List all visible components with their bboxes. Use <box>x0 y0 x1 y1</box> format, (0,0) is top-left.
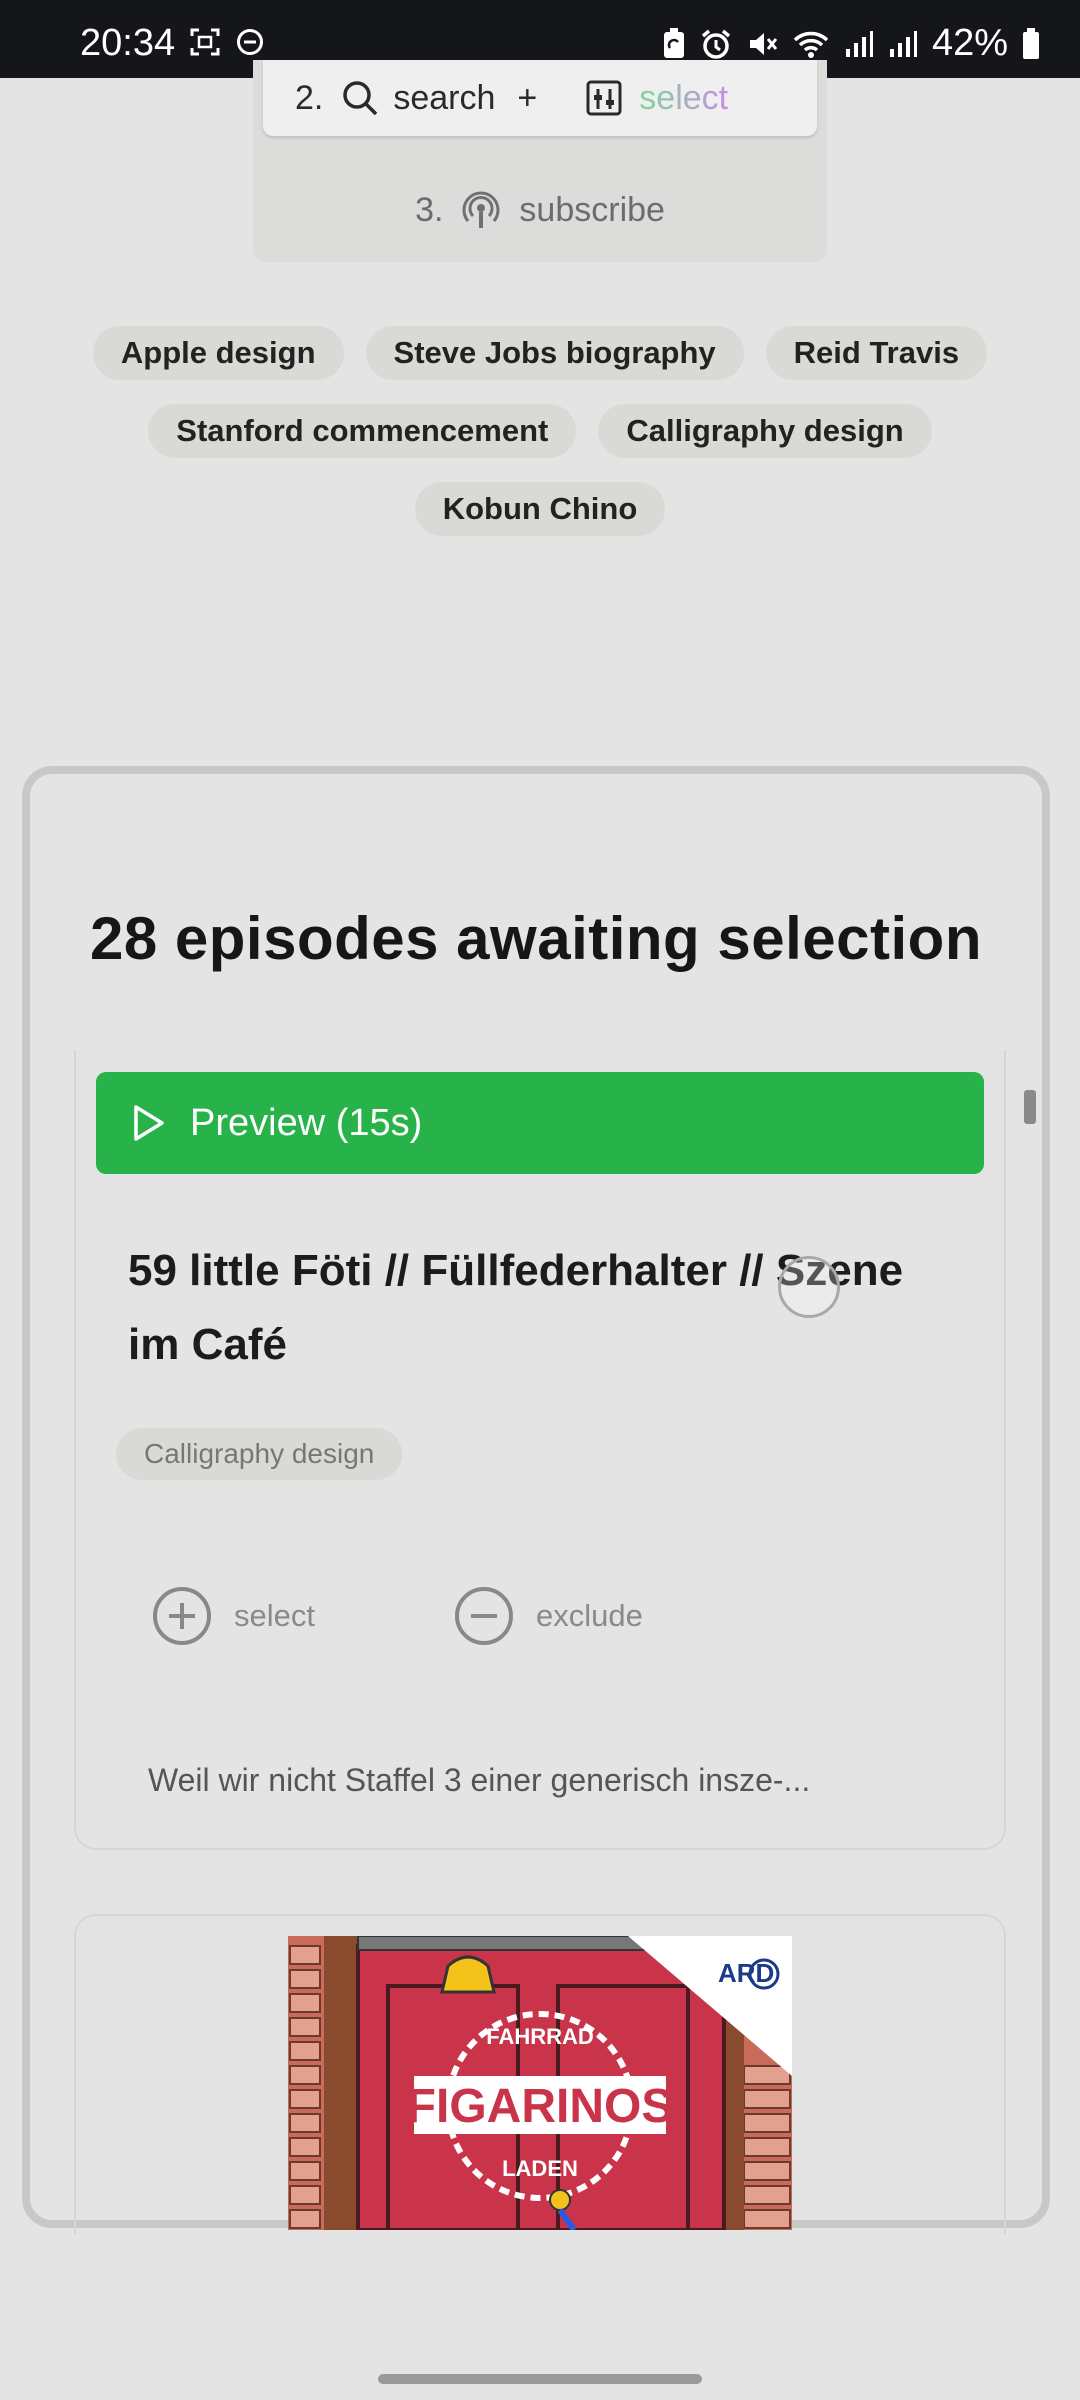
step-number: 3. <box>415 190 444 229</box>
preview-button[interactable]: Preview (15s) <box>96 1072 984 1174</box>
select-label: select <box>234 1598 315 1633</box>
topic-chip[interactable]: Calligraphy design <box>598 404 932 458</box>
wifi-icon <box>792 28 830 60</box>
cover-brand: ARD <box>718 1958 774 1988</box>
podcast-icon <box>461 190 501 230</box>
home-indicator[interactable] <box>378 2374 702 2384</box>
selection-icon <box>585 79 623 117</box>
status-time: 20:34 <box>80 22 176 64</box>
step-subscribe-label: subscribe <box>519 190 665 229</box>
minus-circle-icon <box>454 1586 514 1646</box>
scrollbar[interactable] <box>1024 1090 1036 1124</box>
step-2: 2. search + select <box>263 60 817 136</box>
panel-title: 28 episodes awaiting selection <box>90 905 982 972</box>
cover-top-text: FAHRRAD <box>486 2024 594 2049</box>
search-icon <box>341 79 379 117</box>
topic-chip[interactable]: Stanford commencement <box>148 404 577 458</box>
select-button[interactable]: select <box>152 1586 315 1646</box>
how-it-works-card: 2. search + select 3. subscribe <box>253 60 827 262</box>
podcast-cover-image[interactable]: ARD FAHRRAD FIGARINOS LADEN <box>288 1936 792 2230</box>
signal-icon <box>888 29 918 59</box>
cover-bottom-text: LADEN <box>502 2156 578 2181</box>
mute-icon <box>746 28 778 60</box>
step-3: 3. subscribe <box>253 170 827 250</box>
topic-chip[interactable]: Steve Jobs biography <box>365 326 744 380</box>
step-select-label: select <box>639 78 729 117</box>
battery-saver-icon <box>662 27 686 60</box>
plus-sign: + <box>517 78 538 117</box>
battery-icon <box>1022 27 1040 60</box>
do-not-disturb-icon <box>236 28 264 56</box>
battery-percent: 42% <box>931 22 1008 64</box>
topic-chips: Apple design Steve Jobs biography Reid T… <box>60 326 1020 536</box>
episode-description: Weil wir nicht Staffel 3 einer generisch… <box>148 1762 811 1798</box>
signal-icon <box>844 29 874 59</box>
preview-label: Preview (15s) <box>190 1101 423 1144</box>
step-search-label: search <box>393 78 496 117</box>
exclude-label: exclude <box>536 1598 643 1633</box>
topic-chip[interactable]: Kobun Chino <box>414 482 666 536</box>
exclude-button[interactable]: exclude <box>454 1586 643 1646</box>
cover-title: FIGARINOS <box>407 2080 674 2133</box>
step-number: 2. <box>295 78 324 117</box>
touch-indicator <box>778 1256 840 1318</box>
topic-chip[interactable]: Reid Travis <box>765 326 988 380</box>
play-icon <box>132 1104 166 1142</box>
topic-chip[interactable]: Apple design <box>92 326 344 380</box>
plus-circle-icon <box>152 1586 212 1646</box>
episode-tag: Calligraphy design <box>116 1428 403 1480</box>
alarm-icon <box>700 28 732 60</box>
screenshot-icon <box>190 28 220 56</box>
